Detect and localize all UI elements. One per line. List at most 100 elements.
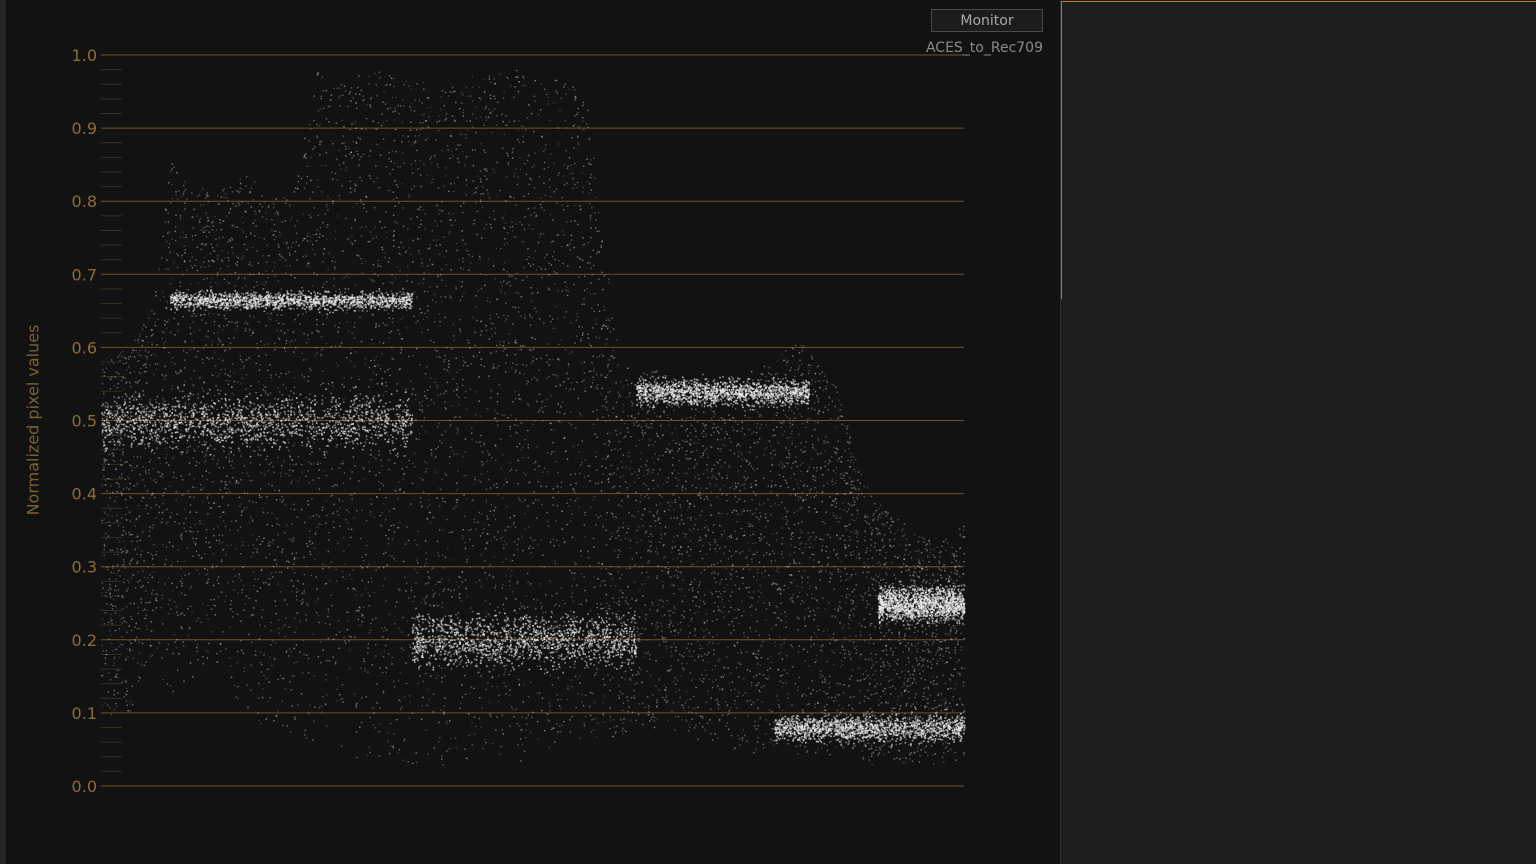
waveform-point (786, 520, 789, 522)
waveform-point (683, 616, 685, 618)
waveform-point (656, 701, 658, 704)
waveform-point (896, 757, 898, 759)
waveform-point (394, 277, 397, 279)
waveform-point (509, 470, 511, 472)
waveform-point (712, 642, 714, 644)
waveform-point (250, 264, 253, 267)
waveform-point (719, 610, 721, 612)
waveform-point (834, 615, 836, 617)
waveform-point (828, 462, 830, 464)
waveform-point (825, 713, 828, 715)
waveform-point (505, 371, 507, 373)
waveform-point (216, 408, 218, 411)
waveform-point (760, 515, 762, 518)
waveform-point (670, 665, 672, 667)
waveform-point (697, 442, 699, 445)
waveform-point (882, 661, 884, 663)
waveform-point (328, 660, 331, 662)
waveform-point (490, 660, 492, 662)
waveform-point (311, 285, 314, 287)
waveform-point (585, 716, 587, 718)
waveform-point (172, 457, 174, 459)
waveform-point (132, 425, 134, 427)
waveform-point (235, 205, 237, 207)
waveform-point (414, 99, 416, 101)
waveform-point (335, 580, 338, 582)
waveform-point (749, 606, 751, 608)
y-tick-label-0: 0.0 (72, 777, 97, 796)
y-tick-label-10: 1.0 (72, 46, 97, 65)
waveform-point (644, 532, 647, 535)
waveform-point (673, 508, 675, 511)
waveform-point (540, 539, 542, 541)
waveform-point (475, 118, 478, 120)
waveform-point (211, 631, 213, 633)
waveform-point (659, 522, 661, 524)
waveform-point (804, 625, 807, 627)
waveform-point (893, 588, 896, 590)
waveform-point (248, 414, 250, 417)
waveform-point (457, 144, 459, 146)
waveform-point (585, 694, 587, 696)
waveform-point (118, 645, 120, 648)
waveform-point (182, 231, 184, 233)
waveform-point (746, 700, 749, 702)
waveform-point (184, 341, 186, 343)
waveform-point (459, 416, 461, 418)
waveform-point (752, 431, 755, 433)
waveform-point (174, 491, 177, 493)
waveform-point (891, 546, 893, 548)
waveform-point (107, 589, 109, 591)
waveform-point (905, 689, 907, 691)
waveform-point (259, 496, 261, 499)
waveform-point (618, 684, 620, 687)
waveform-point (743, 530, 746, 533)
waveform-point (959, 617, 961, 619)
waveform-point (393, 245, 395, 247)
waveform-point (713, 571, 715, 573)
waveform-point (455, 148, 457, 150)
waveform-point (219, 222, 221, 224)
waveform-point (705, 487, 708, 489)
waveform-point (953, 555, 956, 557)
waveform-point (389, 172, 391, 175)
waveform-point (231, 246, 233, 249)
waveform-point (809, 417, 811, 420)
waveform-point (568, 390, 570, 392)
waveform-point (224, 481, 226, 483)
waveform-point (223, 520, 225, 522)
waveform-point (840, 666, 842, 668)
waveform-point (487, 641, 489, 644)
waveform-point (378, 454, 380, 456)
waveform-point (205, 453, 207, 455)
waveform-point (898, 743, 901, 745)
waveform-point (162, 412, 165, 414)
waveform-point (587, 465, 590, 467)
waveform-point (958, 659, 960, 661)
waveform-point (211, 222, 213, 224)
waveform-point (342, 537, 345, 539)
waveform-point (690, 519, 692, 521)
waveform-point (927, 651, 930, 653)
waveform-point (155, 550, 158, 552)
waveform-point (726, 500, 728, 502)
waveform-point (280, 465, 283, 467)
waveform-point (320, 523, 322, 526)
waveform-point (430, 162, 433, 164)
waveform-point (742, 729, 744, 731)
waveform-point (354, 365, 356, 368)
waveform-point (538, 393, 541, 396)
waveform-point (765, 525, 767, 528)
waveform-point (335, 634, 337, 636)
waveform-point (781, 463, 783, 465)
waveform-point (940, 574, 942, 577)
waveform-point (689, 672, 692, 674)
waveform-point (546, 361, 548, 363)
waveform-point (227, 252, 229, 254)
waveform-point (352, 97, 354, 99)
waveform-point (458, 108, 461, 110)
waveform-point (368, 366, 370, 369)
waveform-point (203, 461, 206, 464)
waveform-point (217, 195, 219, 197)
waveform-point (812, 546, 814, 548)
